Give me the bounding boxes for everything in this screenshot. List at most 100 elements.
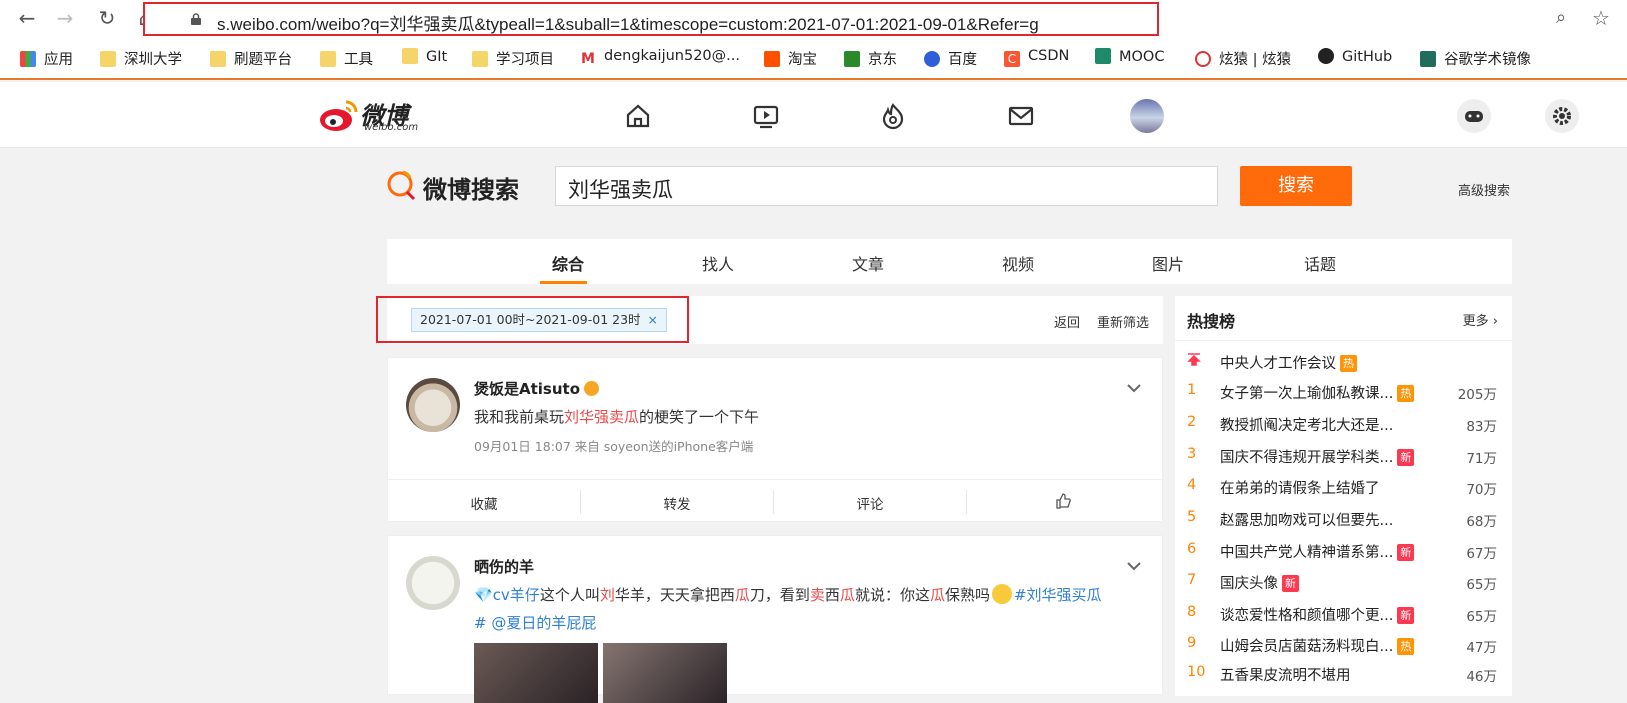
video-nav-icon[interactable] [752,102,780,130]
hot-count: 205万 [1457,387,1497,403]
post-author[interactable]: 煲饭是Atisuto [474,378,600,399]
chevron-down-icon[interactable] [1126,380,1142,396]
bookmark-taobao[interactable]: 淘宝 [764,48,817,69]
hot-search-item[interactable]: 7 国庆头像新 65万 [1187,572,1505,594]
home-nav-icon[interactable] [624,102,652,130]
settings-button[interactable] [1545,99,1579,133]
folder-icon [320,51,336,67]
hot-search-item[interactable]: 4 在弟弟的请假条上结婚了 70万 [1187,477,1505,499]
bookmark-scholar[interactable]: 谷歌学术镜像 [1420,48,1531,69]
post-text: 💎cv羊仔这个人叫刘华羊，天天拿把西瓜刀，看到卖西瓜就说：你这瓜保熟吗 #刘华强买… [474,584,1102,605]
post-card: 晒伤的羊 💎cv羊仔这个人叫刘华羊，天天拿把西瓜刀，看到卖西瓜就说：你这瓜保熟吗… [387,535,1163,703]
tab-people[interactable]: 找人 [702,251,734,275]
bookmark-jd[interactable]: 京东 [844,48,897,69]
bookmark-folder[interactable]: GIt [402,48,447,65]
hot-count: 71万 [1466,451,1497,467]
post-image-thumbnail[interactable] [474,643,598,703]
hot-search-title-text: 中央人才工作会议热 [1220,352,1357,373]
back-link[interactable]: 返回 [1054,312,1080,331]
hot-search-item[interactable]: 10 五香果皮流明不堪用 46万 [1187,664,1505,686]
hot-item-label: 山姆会员店菌菇汤料现白... [1220,639,1394,655]
weibo-logo[interactable]: 微博 weibo.com [318,96,428,136]
post-image-thumbnail[interactable] [603,643,727,703]
bookmark-baidu[interactable]: 百度 [924,48,977,69]
crown-badge-icon [584,381,600,396]
url-text: s.weibo.com/weibo?q=刘华强卖瓜&typeall=1&suba… [217,15,1039,34]
user-avatar[interactable] [1130,99,1164,133]
hot-search-item[interactable]: 中央人才工作会议热 [1187,352,1505,374]
refilter-link[interactable]: 重新筛选 [1097,312,1149,331]
avatar[interactable] [406,378,460,432]
tab-videos[interactable]: 视频 [1002,251,1034,275]
tab-articles[interactable]: 文章 [852,251,884,275]
tab-images[interactable]: 图片 [1152,251,1184,275]
hot-search-item[interactable]: 5 赵露思加吻戏可以但要先... 68万 [1187,509,1505,531]
gmail-icon: M [581,51,595,67]
hot-rank: 8 [1187,604,1197,620]
zoom-icon[interactable]: ⌕ [1548,5,1574,31]
game-controller-button[interactable] [1457,99,1491,133]
repost-button[interactable]: 转发 [581,493,773,513]
baidu-paw-icon [924,51,940,67]
favorite-button[interactable]: 收藏 [388,493,580,513]
hot-search-item[interactable]: 6 中国共产党人精神谱系第... 新 67万 [1187,541,1505,563]
advanced-search-link[interactable]: 高级搜索 [1458,180,1510,199]
bookmark-folder[interactable]: 刷题平台 [210,48,292,69]
bookmark-xuanyuan[interactable]: 炫猿 | 炫猿 [1195,48,1291,69]
hot-rank: 2 [1187,414,1197,430]
gear-icon [1553,107,1571,125]
reload-icon[interactable]: ↻ [94,5,120,31]
bookmark-github[interactable]: GitHub [1318,48,1392,65]
tab-comprehensive[interactable]: 综合 [552,251,584,275]
address-bar[interactable]: s.weibo.com/weibo?q=刘华强卖瓜&typeall=1&suba… [143,2,1159,36]
bookmark-csdn[interactable]: C CSDN [1004,48,1069,67]
github-icon [1318,48,1334,64]
chevron-down-icon[interactable] [1126,558,1142,574]
tab-topics[interactable]: 话题 [1304,251,1336,275]
message-envelope-icon[interactable] [1007,102,1035,130]
bookmark-label: 京东 [868,52,897,68]
pinned-top-icon [1187,352,1207,370]
post-text-part: 华羊，天天拿把西 [614,586,735,604]
hot-search-title: 热搜榜 [1187,312,1236,331]
mention-link[interactable]: 💎cv羊仔 [474,586,540,604]
hot-item-label: 赵露思加吻戏可以但要先... [1220,513,1394,529]
keyword-highlight: 刘华强卖瓜 [564,408,640,426]
browser-chrome: ← → ↻ ⌂ s.weibo.com/weibo?q=刘华强卖瓜&typeal… [0,0,1627,80]
hashtag-link[interactable]: #刘华强买瓜 [1014,586,1102,604]
back-arrow-icon[interactable]: ← [14,5,40,31]
post-author[interactable]: 晒伤的羊 [474,556,534,577]
hot-search-item[interactable]: 8 谈恋爱性格和颜值哪个更... 新 65万 [1187,604,1505,626]
hot-search-item[interactable]: 1 女子第一次上瑜伽私教课... 热 205万 [1187,382,1505,404]
search-button[interactable]: 搜索 [1240,166,1352,206]
star-bookmark-icon[interactable]: ☆ [1588,5,1614,31]
bookmark-folder[interactable]: 学习项目 [472,48,554,69]
hot-more-link[interactable]: 更多 › [1463,310,1498,329]
folder-icon [100,51,116,67]
hot-item-label: 五香果皮流明不堪用 [1220,668,1351,684]
bookmark-mooc[interactable]: MOOC [1095,48,1164,65]
hot-search-item[interactable]: 3 国庆不得违规开展学科类... 新 71万 [1187,446,1505,468]
folder-icon [402,48,418,64]
bookmark-gmail[interactable]: Mdengkaijun520@... [580,48,740,67]
forward-arrow-icon[interactable]: → [52,5,78,31]
post-text-part: 西 [824,586,840,604]
hot-search-item[interactable]: 2 教授抓阄决定考北大还是... 83万 [1187,414,1505,436]
post-text-part: 我和我前桌玩 [474,408,565,426]
search-input[interactable]: 刘华强卖瓜 [555,166,1218,206]
hot-fire-nav-icon[interactable] [879,102,907,130]
search-input-value: 刘华强卖瓜 [568,178,673,202]
hot-item-label: 在弟弟的请假条上结婚了 [1220,481,1380,497]
like-button[interactable] [967,493,1159,513]
comment-button[interactable]: 评论 [774,493,966,513]
hashtag-line[interactable]: # @夏日的羊屁屁 [474,612,596,633]
post-text-part: 就说：你这 [854,586,930,604]
hot-search-item[interactable]: 9 山姆会员店菌菇汤料现白... 热 47万 [1187,635,1505,657]
bookmark-apps[interactable]: 应用 [20,48,73,69]
bookmark-folder[interactable]: 工具 [320,48,373,69]
avatar[interactable] [406,556,460,610]
bookmark-folder[interactable]: 深圳大学 [100,48,182,69]
bookmarks-bar: 应用 深圳大学 刷题平台 工具 GIt 学习项目 Mdengkaijun520@… [0,42,1627,72]
hot-search-title-text: 国庆不得违规开展学科类... 新 [1220,446,1415,467]
active-tab-underline [540,281,587,284]
